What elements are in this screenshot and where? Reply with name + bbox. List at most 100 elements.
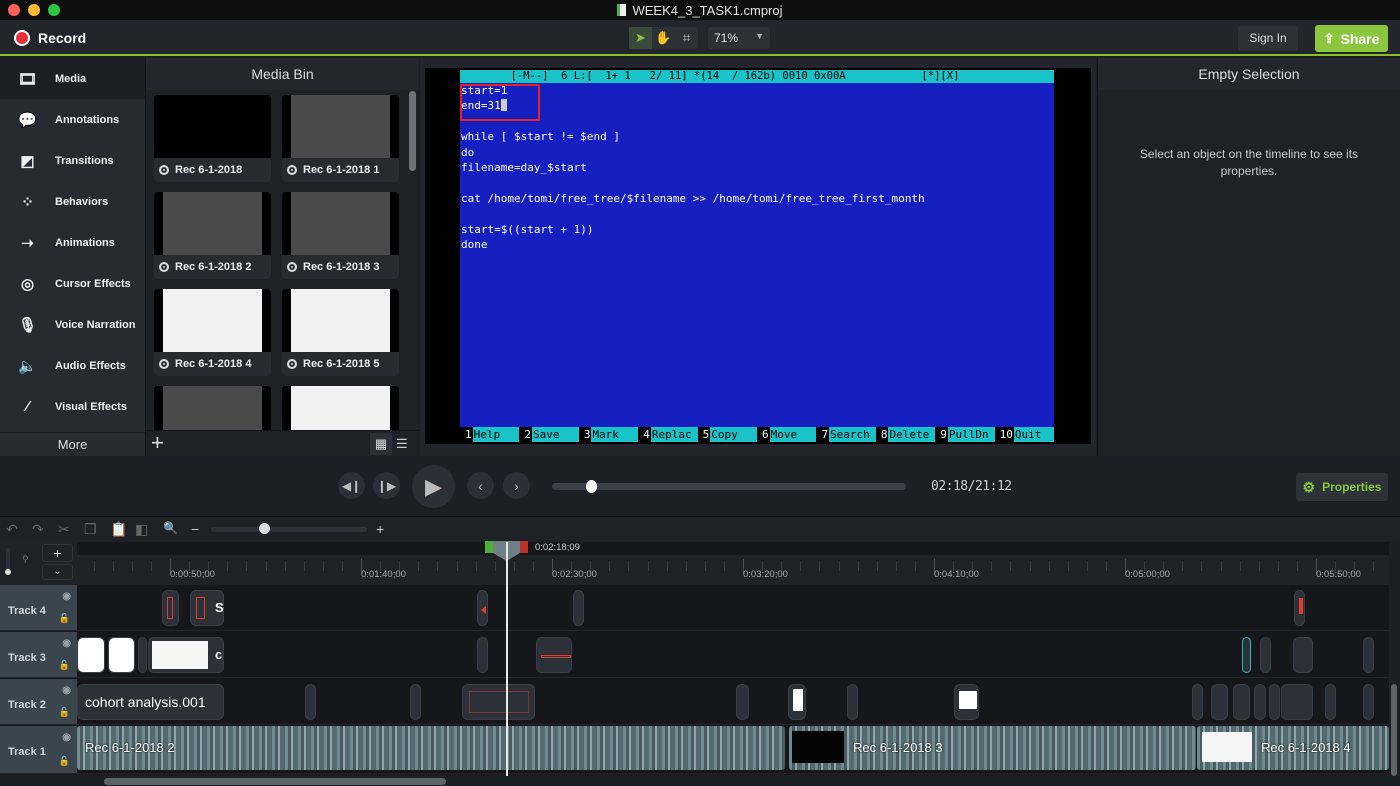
- zoom-level-select[interactable]: 71% ▼: [708, 27, 770, 49]
- timeline-ruler[interactable]: 0:00:50;00 0:01:40;00 0:02:30;00 0:03:20;00…: [77, 542, 1389, 585]
- clip[interactable]: [788, 684, 806, 720]
- clip[interactable]: [477, 590, 488, 626]
- lock-icon[interactable]: 🔓: [59, 756, 70, 767]
- scrubber-knob[interactable]: [585, 480, 597, 493]
- clip[interactable]: [536, 637, 572, 673]
- function-key-mark[interactable]: 3 Mark: [578, 427, 639, 442]
- video-clip[interactable]: Rec 6-1-2018 3: [789, 726, 1196, 770]
- timeline-horizontal-scrollbar[interactable]: [104, 778, 446, 785]
- clip[interactable]: [736, 684, 749, 720]
- highlight-annotation-box[interactable]: [460, 84, 540, 121]
- list-view-icon[interactable]: ☰: [396, 433, 408, 455]
- properties-button[interactable]: ⚙ Properties: [1296, 473, 1388, 501]
- copy-icon[interactable]: ❐: [84, 521, 97, 538]
- clip[interactable]: S: [190, 590, 224, 626]
- sidebar-item-visual-effects[interactable]: ⁄ Visual Effects: [0, 386, 145, 427]
- clip[interactable]: [1242, 637, 1251, 673]
- clip[interactable]: [847, 684, 858, 720]
- clip[interactable]: [1281, 684, 1313, 720]
- timeline-vertical-scrollbar[interactable]: [1391, 684, 1397, 776]
- clip[interactable]: [1269, 684, 1280, 720]
- eye-icon[interactable]: ◉: [62, 638, 71, 649]
- lock-icon[interactable]: 🔓: [59, 707, 70, 718]
- clip[interactable]: [573, 590, 584, 626]
- clip[interactable]: [462, 684, 535, 720]
- zoom-in-button[interactable]: +: [376, 521, 384, 537]
- media-bin-item[interactable]: Rec 6-1-2018 4: [154, 289, 271, 376]
- track-height-knob[interactable]: [5, 569, 11, 575]
- function-key-help[interactable]: 1 Help: [460, 427, 520, 442]
- paste-icon[interactable]: 📋: [110, 521, 127, 538]
- step-forward-button[interactable]: ❙▶: [373, 472, 400, 499]
- clip[interactable]: [1363, 684, 1374, 720]
- clip[interactable]: [1293, 637, 1313, 673]
- sidebar-item-annotations[interactable]: 💬 Annotations: [0, 99, 145, 140]
- selection-end-handle[interactable]: [519, 541, 528, 553]
- function-key-copy[interactable]: 5 Copy: [697, 427, 758, 442]
- clip[interactable]: [1363, 637, 1374, 673]
- clip[interactable]: [1233, 684, 1250, 720]
- media-bin-scrollbar[interactable]: [409, 91, 416, 171]
- video-clip[interactable]: Rec 6-1-2018 4: [1197, 726, 1389, 770]
- clip[interactable]: [1254, 684, 1266, 720]
- clip[interactable]: [305, 684, 316, 720]
- clip[interactable]: c: [148, 637, 224, 673]
- eye-icon[interactable]: ◉: [62, 685, 71, 696]
- function-key-save[interactable]: 2 Save: [519, 427, 579, 442]
- media-bin-item[interactable]: Rec 6-1-2018 1: [282, 95, 399, 182]
- function-key-search[interactable]: 7 Search: [816, 427, 876, 442]
- video-canvas[interactable]: [-M--] 6 L:[ 1+ 1 2/ 11] *(14 / 162b) 00…: [425, 68, 1091, 444]
- previous-marker-button[interactable]: ‹: [467, 472, 494, 499]
- eye-icon[interactable]: ◉: [62, 732, 71, 743]
- clip[interactable]: [1192, 684, 1203, 720]
- more-button[interactable]: More: [0, 432, 145, 456]
- media-bin-item[interactable]: Rec 6-1-2018: [154, 95, 271, 182]
- video-clip[interactable]: Rec 6-1-2018 2: [77, 726, 785, 770]
- clip-thumbnail[interactable]: [77, 637, 105, 673]
- cut-icon[interactable]: ✂: [58, 521, 70, 538]
- add-track-button[interactable]: +: [42, 544, 73, 562]
- timeline-zoom-slider[interactable]: [211, 523, 367, 534]
- next-marker-button[interactable]: ›: [503, 472, 530, 499]
- sidebar-item-behaviors[interactable]: ⁘ Behaviors: [0, 181, 145, 222]
- media-bin-item[interactable]: Rec 6-1-2018 2: [154, 192, 271, 279]
- sidebar-item-transitions[interactable]: ◩ Transitions: [0, 140, 145, 181]
- sidebar-item-cursor-effects[interactable]: ◎ Cursor Effects: [0, 263, 145, 304]
- selection-start-handle[interactable]: [485, 541, 494, 553]
- sidebar-item-animations[interactable]: ➝ Animations: [0, 222, 145, 263]
- function-key-replac[interactable]: 4 Replac: [638, 427, 698, 442]
- split-icon[interactable]: ◧: [135, 521, 148, 538]
- clip[interactable]: [138, 637, 147, 673]
- record-button[interactable]: Record: [14, 30, 86, 46]
- clip[interactable]: [1294, 590, 1305, 626]
- clip[interactable]: [1260, 637, 1271, 673]
- grid-view-icon[interactable]: ▦: [370, 433, 392, 455]
- timeline-zoom-knob[interactable]: [259, 523, 270, 534]
- step-back-button[interactable]: ◀❙: [338, 472, 365, 499]
- add-media-button[interactable]: +: [151, 431, 164, 455]
- playback-scrubber[interactable]: [552, 480, 906, 493]
- lock-icon[interactable]: 🔓: [59, 613, 70, 624]
- clip[interactable]: [410, 684, 421, 720]
- redo-icon[interactable]: ↷: [32, 521, 44, 538]
- function-key-delete[interactable]: 8 Delete: [875, 427, 936, 442]
- pointer-tool-icon[interactable]: ➤: [629, 27, 652, 49]
- function-key-move[interactable]: 6 Move: [757, 427, 817, 442]
- clip[interactable]: [954, 684, 979, 720]
- lock-icon[interactable]: 🔓: [59, 660, 70, 671]
- clip[interactable]: [1211, 684, 1228, 720]
- undo-icon[interactable]: ↶: [6, 521, 18, 538]
- playhead-line[interactable]: [506, 542, 508, 776]
- clip[interactable]: [477, 637, 488, 673]
- sign-in-button[interactable]: Sign In: [1238, 26, 1298, 51]
- eye-icon[interactable]: ◉: [62, 591, 71, 602]
- hand-tool-icon[interactable]: ✋: [652, 27, 675, 49]
- track-options-button[interactable]: ⌄: [42, 564, 73, 580]
- function-key-pulldn[interactable]: 9 PullDn: [935, 427, 995, 442]
- clip[interactable]: [162, 590, 179, 626]
- clip[interactable]: cohort analysis.001: [77, 684, 224, 720]
- sidebar-item-audio-effects[interactable]: 🔈 Audio Effects: [0, 345, 145, 386]
- sidebar-item-voice-narration[interactable]: 🎙 Voice Narration: [0, 304, 145, 345]
- clip-thumbnail[interactable]: [108, 637, 135, 673]
- clip[interactable]: [1325, 684, 1336, 720]
